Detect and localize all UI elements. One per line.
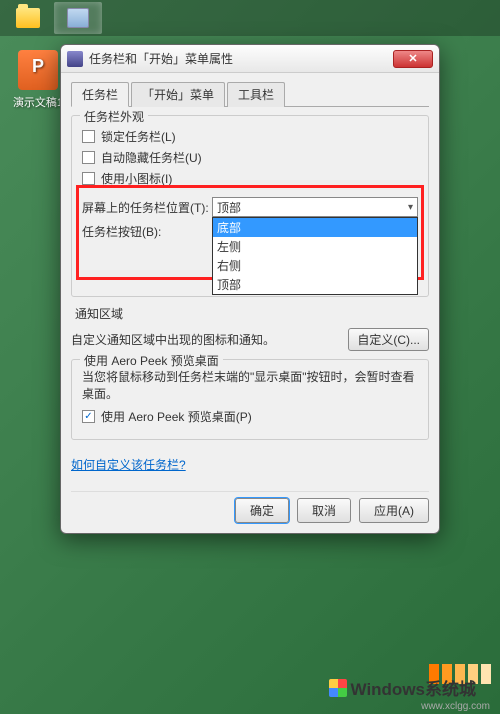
- cancel-button[interactable]: 取消: [297, 498, 351, 523]
- apply-button[interactable]: 应用(A): [359, 498, 429, 523]
- help-link[interactable]: 如何自定义该任务栏?: [71, 456, 186, 473]
- small-icons-checkbox[interactable]: 使用小图标(I): [82, 170, 418, 187]
- tab-taskbar[interactable]: 任务栏: [71, 82, 129, 107]
- aero-group-title: 使用 Aero Peek 预览桌面: [80, 352, 223, 369]
- close-icon: ✕: [408, 52, 417, 65]
- windows-logo-icon: [329, 679, 347, 697]
- tab-toolbars[interactable]: 工具栏: [227, 82, 285, 107]
- dropdown-option[interactable]: 顶部: [213, 275, 417, 294]
- taskbar: [0, 0, 500, 36]
- tab-start-menu[interactable]: 「开始」菜单: [131, 82, 225, 107]
- lock-taskbar-checkbox[interactable]: 锁定任务栏(L): [82, 128, 418, 145]
- taskbar-icon-computer[interactable]: [54, 2, 102, 34]
- highlighted-region: 屏幕上的任务栏位置(T): 顶部 底部 左侧 右侧 顶部 任务栏按钮(B):: [78, 187, 422, 278]
- notify-desc: 自定义通知区域中出现的图标和通知。: [71, 331, 275, 348]
- position-combo[interactable]: 顶部: [212, 197, 418, 217]
- dropdown-option[interactable]: 底部: [213, 218, 417, 237]
- buttons-label: 任务栏按钮(B):: [82, 223, 212, 240]
- desktop-icon-label: 演示文稿1: [8, 94, 68, 110]
- group-title: 任务栏外观: [80, 108, 148, 125]
- position-label: 屏幕上的任务栏位置(T):: [82, 199, 212, 216]
- position-dropdown: 底部 左侧 右侧 顶部: [212, 217, 418, 295]
- ppt-icon: [18, 50, 58, 90]
- close-button[interactable]: ✕: [393, 50, 433, 68]
- aero-peek-group: 使用 Aero Peek 预览桌面 当您将鼠标移动到任务栏末端的"显示桌面"按钮…: [71, 359, 429, 440]
- dialog-title: 任务栏和「开始」菜单属性: [89, 50, 393, 67]
- taskbar-icon-explorer[interactable]: [4, 2, 52, 34]
- watermark-url: www.xclgg.com: [421, 701, 490, 712]
- dropdown-option[interactable]: 右侧: [213, 256, 417, 275]
- autohide-checkbox[interactable]: 自动隐藏任务栏(U): [82, 149, 418, 166]
- aero-peek-checkbox[interactable]: ✓使用 Aero Peek 预览桌面(P): [82, 408, 418, 425]
- taskbar-properties-dialog: 任务栏和「开始」菜单属性 ✕ 任务栏 「开始」菜单 工具栏 任务栏外观 锁定任务…: [60, 44, 440, 534]
- customize-button[interactable]: 自定义(C)...: [348, 328, 429, 351]
- dropdown-option[interactable]: 左侧: [213, 237, 417, 256]
- desktop-icon-ppt[interactable]: 演示文稿1: [8, 50, 68, 110]
- tab-strip: 任务栏 「开始」菜单 工具栏: [71, 81, 429, 107]
- ok-button[interactable]: 确定: [235, 498, 289, 523]
- notify-group-title: 通知区域: [71, 305, 429, 322]
- aero-desc: 当您将鼠标移动到任务栏末端的"显示桌面"按钮时，会暂时查看桌面。: [82, 368, 418, 402]
- watermark: Windows系统城: [329, 675, 476, 700]
- titlebar[interactable]: 任务栏和「开始」菜单属性 ✕: [61, 45, 439, 73]
- appearance-group: 任务栏外观 锁定任务栏(L) 自动隐藏任务栏(U) 使用小图标(I) 屏幕上的任…: [71, 115, 429, 297]
- dialog-icon: [67, 51, 83, 67]
- watermark-text: Windows系统城: [351, 675, 476, 700]
